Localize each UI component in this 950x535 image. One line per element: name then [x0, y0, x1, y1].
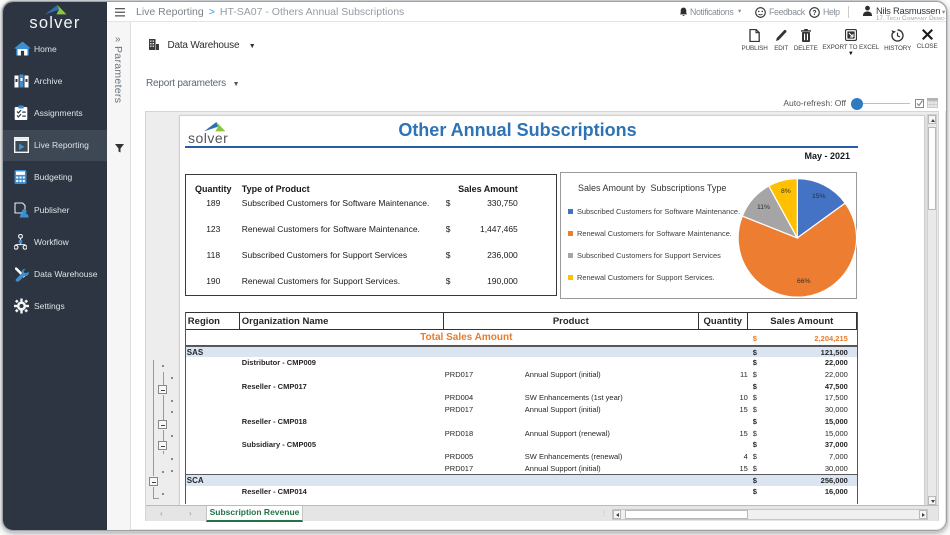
svg-text:?: ?: [812, 9, 816, 16]
